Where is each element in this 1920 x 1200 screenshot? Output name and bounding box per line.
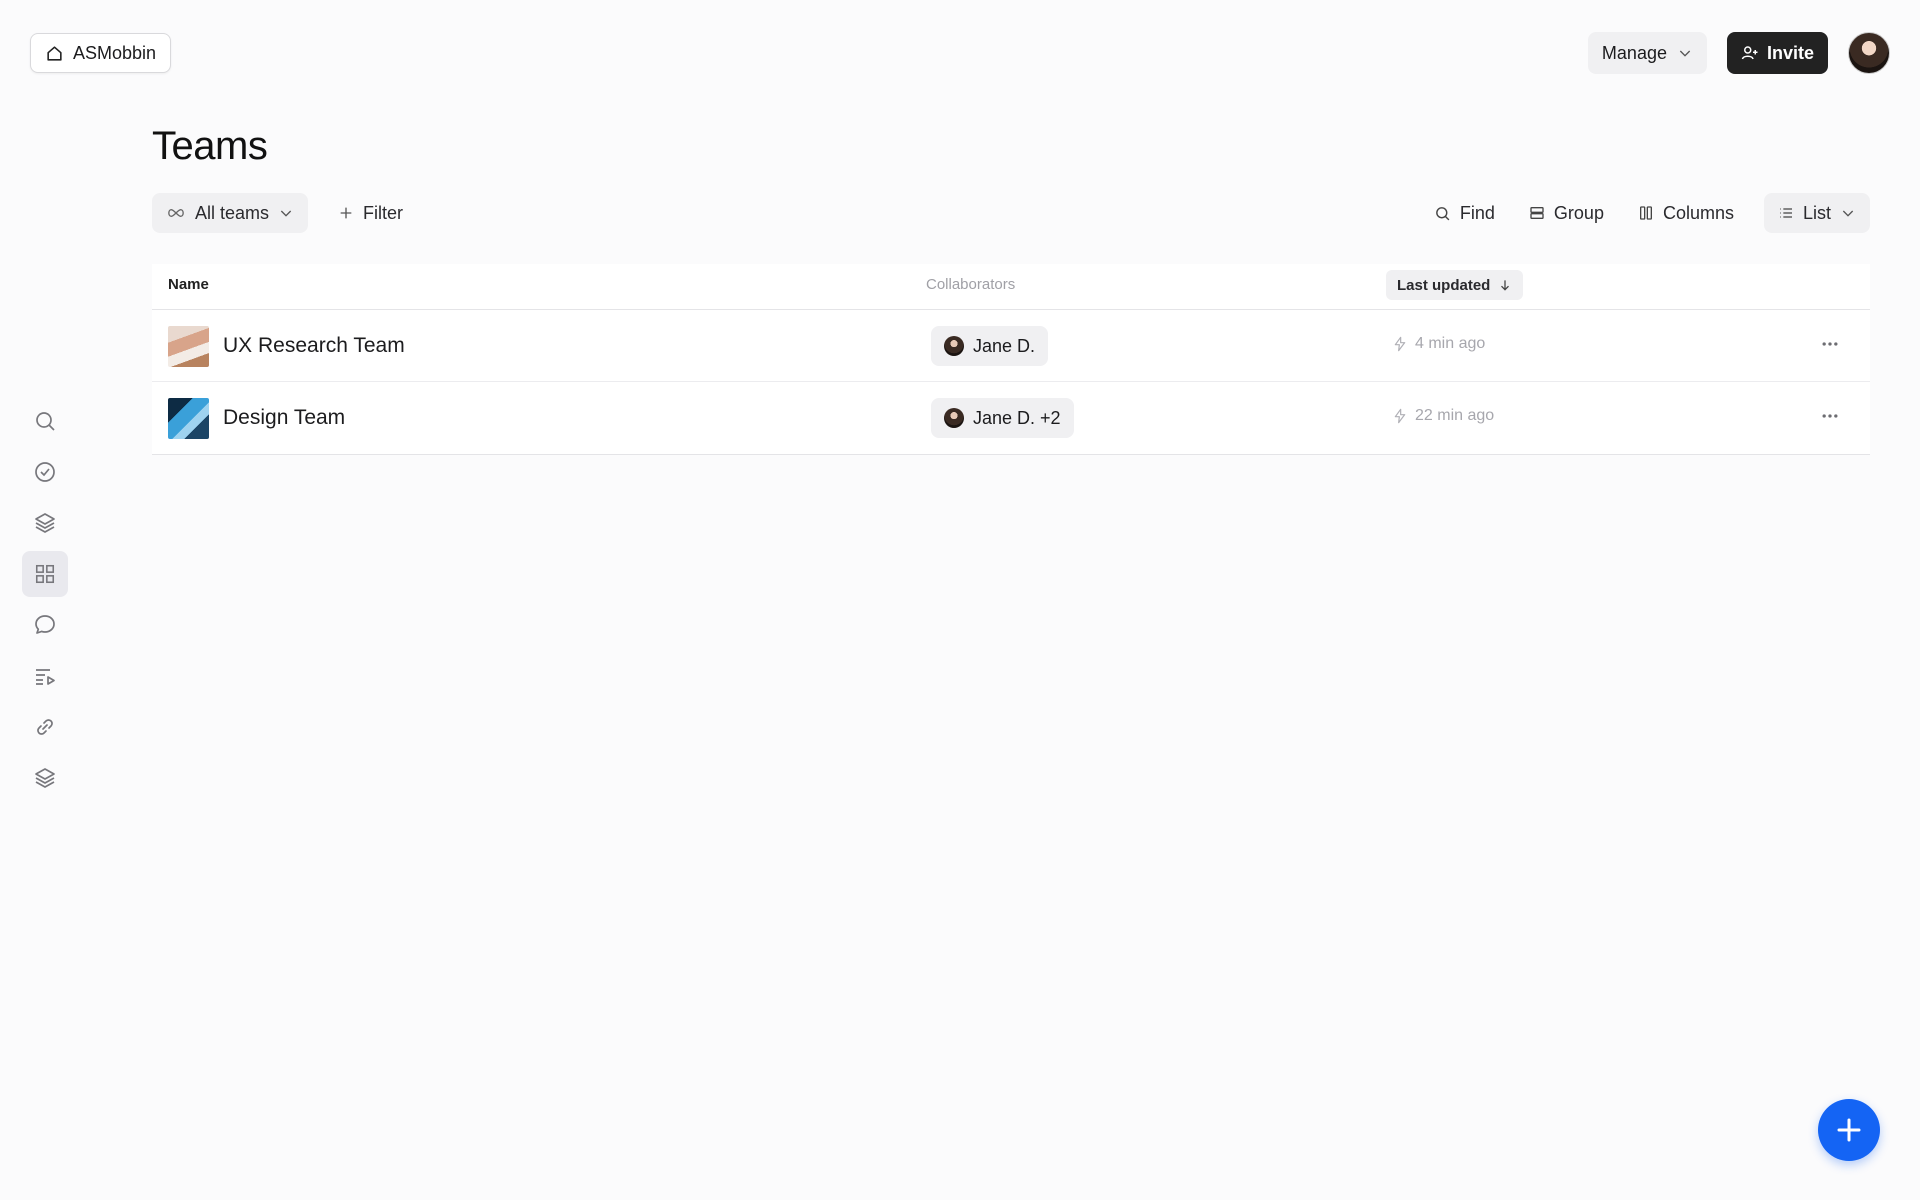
last-updated-label: Last updated (1397, 276, 1491, 294)
chat-icon (33, 613, 57, 637)
last-updated: 4 min ago (1392, 335, 1485, 353)
home-icon (45, 44, 64, 63)
list-icon (1778, 205, 1794, 221)
filter-button[interactable]: Filter (324, 193, 417, 233)
table-header: Name Collaborators Last updated (152, 264, 1870, 310)
collaborators-label: Jane D. (973, 335, 1036, 356)
group-icon (1529, 205, 1545, 221)
sidebar-item-projects[interactable] (22, 500, 68, 546)
sidebar (22, 398, 68, 801)
toolbar-right: Find Group Columns List (1430, 193, 1870, 233)
updated-time: 4 min ago (1415, 335, 1486, 352)
sidebar-item-links[interactable] (22, 704, 68, 750)
column-header-last-updated[interactable]: Last updated (1386, 270, 1524, 300)
sidebar-item-tasks[interactable] (22, 449, 68, 495)
lightning-icon (1392, 335, 1408, 353)
column-header-name[interactable]: Name (168, 276, 209, 293)
filter-label: Filter (363, 202, 404, 223)
app-root: ASMobbin Manage Invite Teams All teams F… (0, 0, 1920, 1200)
sidebar-item-search[interactable] (22, 398, 68, 444)
columns-label: Columns (1662, 202, 1734, 223)
playlist-icon (33, 664, 57, 688)
header-actions: Manage Invite (1587, 32, 1890, 74)
add-user-icon (1741, 44, 1759, 62)
chevron-down-icon (1840, 205, 1856, 221)
invite-button[interactable]: Invite (1726, 32, 1828, 74)
add-button[interactable] (1818, 1099, 1880, 1161)
infinity-icon (166, 207, 186, 219)
check-circle-icon (33, 460, 57, 484)
workspace-button[interactable]: ASMobbin (30, 33, 172, 73)
table-row[interactable]: UX Research Team Jane D. 4 min ago (152, 310, 1870, 382)
manage-label: Manage (1601, 42, 1667, 63)
stack-icon (33, 766, 57, 790)
plus-icon (1834, 1115, 1864, 1145)
user-avatar[interactable] (1848, 32, 1890, 74)
plus-icon (338, 205, 354, 221)
invite-label: Invite (1766, 42, 1814, 63)
sidebar-item-playlist[interactable] (22, 653, 68, 699)
find-button[interactable]: Find (1430, 193, 1499, 233)
team-thumbnail (168, 326, 209, 367)
sidebar-item-stack[interactable] (22, 755, 68, 801)
group-label: Group (1553, 202, 1604, 223)
lightning-icon (1392, 407, 1408, 425)
updated-time: 22 min ago (1415, 407, 1495, 424)
link-icon (33, 715, 57, 739)
collaborators-chip[interactable]: Jane D. (931, 326, 1049, 366)
grid-icon (34, 563, 56, 585)
search-icon (33, 409, 57, 433)
columns-icon (1638, 205, 1654, 221)
view-label: List (1802, 202, 1831, 223)
sidebar-item-teams[interactable] (22, 551, 68, 597)
column-header-collaborators[interactable]: Collaborators (926, 276, 1015, 293)
columns-button[interactable]: Columns (1634, 193, 1738, 233)
team-name[interactable]: Design Team (223, 406, 345, 430)
team-thumbnail (168, 398, 209, 439)
group-button[interactable]: Group (1525, 193, 1608, 233)
more-options-icon[interactable] (1820, 406, 1840, 426)
last-updated: 22 min ago (1392, 407, 1494, 425)
manage-button[interactable]: Manage (1587, 32, 1707, 74)
avatar (944, 408, 964, 428)
find-label: Find (1459, 202, 1495, 223)
view-dropdown[interactable]: List (1763, 193, 1870, 233)
arrow-down-icon (1498, 278, 1512, 292)
team-name[interactable]: UX Research Team (223, 334, 405, 358)
all-teams-label: All teams (195, 202, 270, 223)
page-title: Teams (152, 124, 268, 168)
workspace-name: ASMobbin (73, 42, 157, 63)
collaborators-label: Jane D. +2 (973, 407, 1061, 428)
layers-icon (33, 511, 57, 535)
chevron-down-icon (278, 205, 294, 221)
toolbar-left: All teams Filter (152, 193, 417, 233)
collaborators-chip[interactable]: Jane D. +2 (931, 398, 1074, 438)
chevron-down-icon (1677, 45, 1693, 61)
all-teams-dropdown[interactable]: All teams (152, 193, 309, 233)
table-row[interactable]: Design Team Jane D. +2 22 min ago (152, 382, 1870, 454)
search-icon (1434, 205, 1451, 222)
more-options-icon[interactable] (1820, 334, 1840, 354)
teams-table: Name Collaborators Last updated UX Resea… (152, 264, 1870, 455)
avatar (944, 336, 964, 356)
sidebar-item-messages[interactable] (22, 602, 68, 648)
